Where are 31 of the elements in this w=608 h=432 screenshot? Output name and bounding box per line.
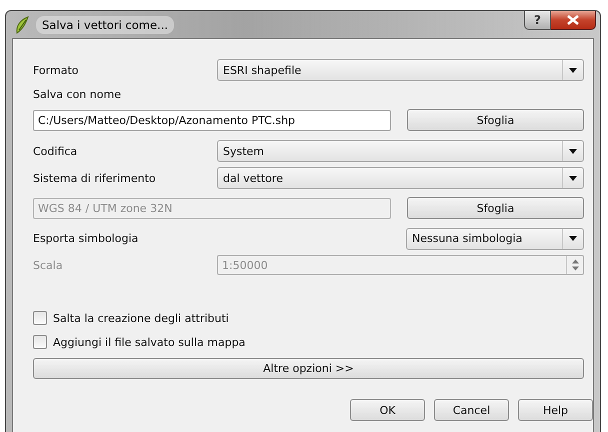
dropdown[interactable]: Nessuna simbologia (406, 228, 584, 250)
caret-icon (569, 68, 577, 72)
leaf-icon (14, 16, 30, 34)
help-button[interactable]: ? (524, 11, 551, 30)
field-label: Formato (33, 64, 80, 76)
dialog-button[interactable]: OK (350, 399, 425, 421)
field-label: Esporta simbologia (33, 232, 140, 245)
checkbox-label: Aggiungi il file salvato sulla mappa (53, 336, 246, 348)
close-button[interactable] (551, 11, 596, 30)
dropdown[interactable]: System (217, 140, 584, 162)
dialog-button[interactable]: Help (518, 399, 593, 421)
field-label: Codifica (33, 144, 78, 158)
dropdown[interactable]: dal vettore (217, 167, 584, 189)
close-icon (567, 15, 579, 25)
checkbox[interactable] (33, 335, 47, 349)
checkbox-label: Salta la creazione degli attributi (53, 312, 229, 324)
dialog-button[interactable]: Cancel (434, 399, 509, 421)
caret-icon (569, 176, 577, 180)
field-label: Salva con nome (33, 88, 122, 100)
checkbox[interactable] (33, 311, 47, 325)
spin-arrows-icon (570, 258, 580, 272)
caret-icon (569, 236, 577, 241)
window-title: Salva i vettori come... (36, 16, 174, 34)
dropdown[interactable]: ESRI shapefile (217, 59, 584, 81)
browse-button[interactable]: Sfoglia (407, 109, 584, 131)
browse-button[interactable]: Sfoglia (407, 197, 584, 219)
more-options-button[interactable]: Altre opzioni >> (33, 358, 584, 379)
field-label: Scala (33, 258, 64, 272)
path-field[interactable]: C:/Users/Matteo/Desktop/Azonamento PTC.shp (33, 110, 391, 130)
caret-icon (569, 148, 577, 154)
field-label: Sistema di riferimento (33, 172, 157, 184)
